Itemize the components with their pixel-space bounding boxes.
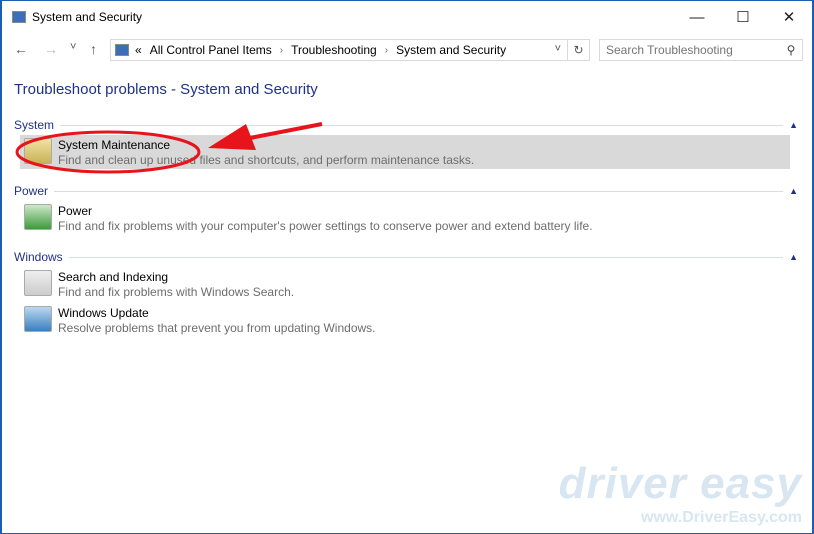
list-item-search-and-indexing[interactable]: Search and Indexing Find and fix problem… xyxy=(20,267,798,301)
group-power: Power ▲ Power Find and fix problems with … xyxy=(14,183,798,235)
maintenance-icon xyxy=(24,138,52,164)
minimize-button[interactable]: — xyxy=(674,1,720,33)
item-description: Find and fix problems with Windows Searc… xyxy=(58,285,295,299)
windows-update-icon xyxy=(24,306,52,332)
breadcrumb-all-control-panel-items[interactable]: All Control Panel Items xyxy=(150,43,272,57)
address-bar[interactable]: « All Control Panel Items › Troubleshoot… xyxy=(110,39,590,61)
breadcrumb-overflow[interactable]: « xyxy=(135,43,142,57)
item-description: Resolve problems that prevent you from u… xyxy=(58,321,376,335)
item-name: System Maintenance xyxy=(58,138,171,152)
group-windows: Windows ▲ Search and Indexing Find and fi… xyxy=(14,249,798,337)
chevron-down-icon[interactable]: ˅ xyxy=(555,43,561,55)
close-button[interactable]: ✕ xyxy=(766,1,812,33)
breadcrumb-system-and-security[interactable]: System and Security xyxy=(396,43,506,57)
item-description: Find and fix problems with your computer… xyxy=(58,219,593,233)
forward-arrow-icon[interactable]: → xyxy=(44,41,58,57)
back-arrow-icon[interactable]: ← xyxy=(14,41,28,57)
collapse-icon[interactable]: ▲ xyxy=(789,186,798,196)
item-name: Search and Indexing xyxy=(58,270,169,284)
group-system: System ▲ System Maintenance Find and clea… xyxy=(14,117,798,169)
maximize-button[interactable]: ☐ xyxy=(720,1,766,33)
search-box: ⚲ xyxy=(599,39,803,61)
chevron-right-icon[interactable]: › xyxy=(385,45,388,56)
window-title: System and Security xyxy=(32,10,143,24)
item-name: Power xyxy=(58,204,93,218)
list-item-system-maintenance[interactable]: System Maintenance Find and clean up unu… xyxy=(20,135,790,169)
collapse-icon[interactable]: ▲ xyxy=(789,252,798,262)
divider xyxy=(60,124,784,126)
breadcrumb: « All Control Panel Items › Troubleshoot… xyxy=(135,43,506,57)
divider xyxy=(54,190,784,192)
group-label: Power xyxy=(14,184,49,198)
search-icon[interactable]: ⚲ xyxy=(780,43,802,57)
item-description: Find and clean up unused files and short… xyxy=(58,153,475,167)
collapse-icon[interactable]: ▲ xyxy=(789,120,798,130)
breadcrumb-troubleshooting[interactable]: Troubleshooting xyxy=(291,43,377,57)
navigation-bar: ← → ˅ ↑ « All Control Panel Items › Trou… xyxy=(2,37,812,63)
up-arrow-icon[interactable]: ↑ xyxy=(90,41,97,57)
group-label: System xyxy=(14,118,55,132)
control-panel-icon xyxy=(12,11,26,23)
title-bar: System and Security — ☐ ✕ xyxy=(2,1,812,33)
refresh-icon[interactable]: ↻ xyxy=(567,40,589,60)
watermark-logo: driver easy www.DriverEasy.com xyxy=(558,459,802,526)
recent-locations-icon[interactable]: ˅ xyxy=(70,41,76,53)
chevron-right-icon[interactable]: › xyxy=(280,45,283,56)
list-item-power[interactable]: Power Find and fix problems with your co… xyxy=(20,201,798,235)
search-input[interactable] xyxy=(600,43,780,57)
power-icon xyxy=(24,204,52,230)
divider xyxy=(68,256,784,258)
item-name: Windows Update xyxy=(58,306,149,320)
window: System and Security — ☐ ✕ ← → ˅ ↑ « All … xyxy=(0,0,814,534)
search-indexing-icon xyxy=(24,270,52,296)
list-item-windows-update[interactable]: Windows Update Resolve problems that pre… xyxy=(20,303,798,337)
group-label: Windows xyxy=(14,250,63,264)
control-panel-icon xyxy=(115,44,129,56)
page-title: Troubleshoot problems - System and Secur… xyxy=(14,81,318,98)
